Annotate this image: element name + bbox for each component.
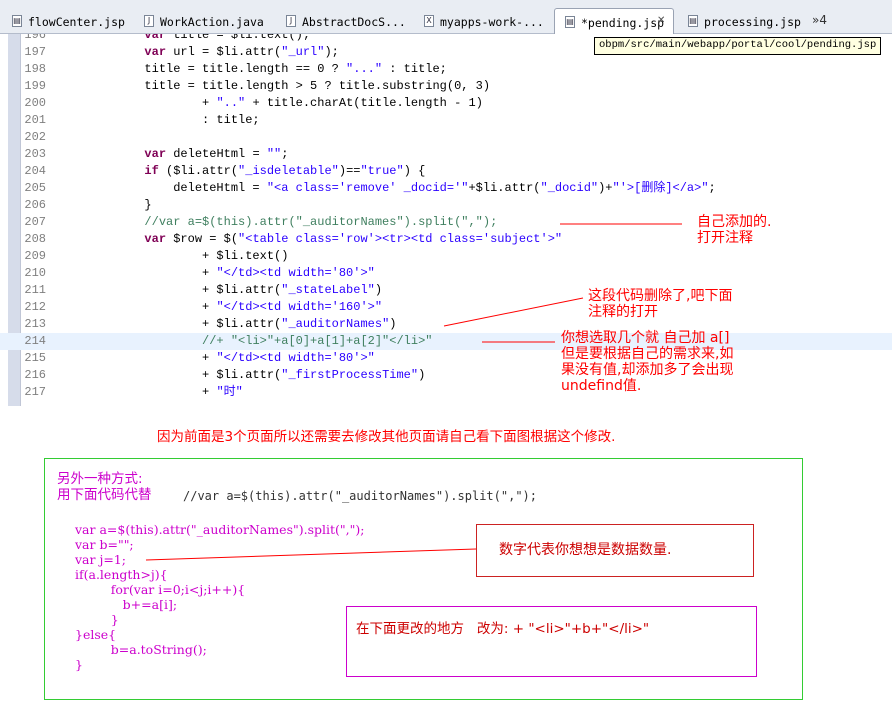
modify-other-pages-caption: 因为前面是3个页面所以还需要去修改其他页面请自己看下面图根据这个修改. [157, 429, 616, 445]
alt-method-heading: 另外一种方式: [57, 471, 143, 487]
change-instruction-text: 在下面更改的地方 改为: + "<li>"+b+"</li>" [356, 621, 650, 637]
number-explanation-text: 数字代表你想想是数据数量. [499, 542, 672, 558]
alt-method-subheading: 用下面代码代替 [57, 487, 152, 503]
replaced-code-line: //var a=$(this).attr("_auditorNames").sp… [183, 489, 538, 503]
annotation-code-deleted: 这段代码删除了,吧下面 注释的打开 [588, 288, 733, 320]
annotation-select-count: 你想选取几个就 自己加 a[] 但是要根据自己的需求来,如 果没有值,却添加多了… [561, 330, 734, 394]
file-path-tooltip: obpm/src/main/webapp/portal/cool/pending… [594, 37, 882, 55]
annotation-added-by-self: 自己添加的. 打开注释 [697, 214, 772, 246]
alt-method-code: var a=$(this).attr("_auditorNames").spli… [75, 522, 365, 672]
annotation-line-213 [443, 297, 584, 327]
number-explanation-box: 数字代表你想想是数据数量. [476, 524, 754, 577]
change-instruction-box: 在下面更改的地方 改为: + "<li>"+b+"</li>" [346, 606, 757, 677]
